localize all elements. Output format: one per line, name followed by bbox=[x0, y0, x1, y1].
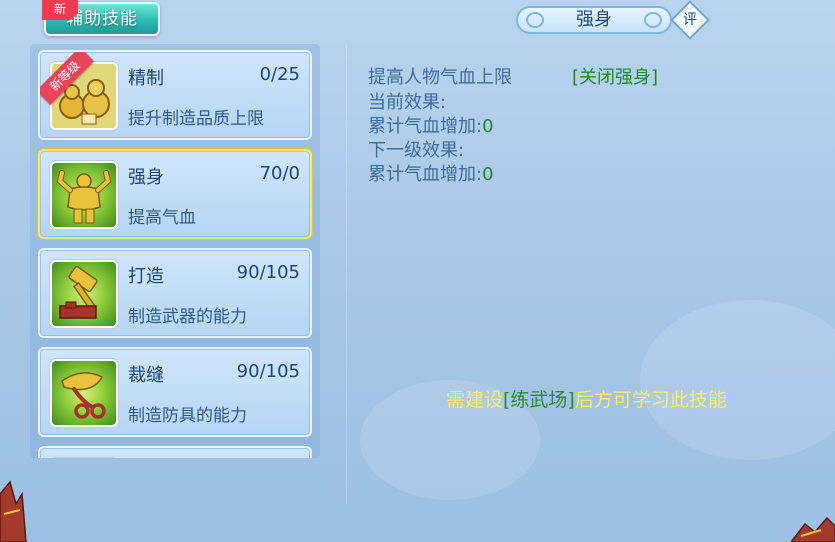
skill-level: 90/105 bbox=[236, 262, 300, 283]
skill-description: 提高气血 bbox=[128, 208, 196, 228]
notice-building: [练武场] bbox=[503, 389, 575, 411]
current-effect-label: 当前效果: bbox=[368, 92, 447, 113]
skill-item-strength[interactable]: 强身 70/0 提高气血 bbox=[38, 149, 312, 239]
skill-description: 提升制造品质上限 bbox=[128, 109, 264, 129]
next-effect-row: 累计气血增加:0 bbox=[368, 160, 494, 186]
skill-list[interactable]: 新等级 精制 0/25 提升制造品质上限 强身 70/0 提高气血 打造 90/… bbox=[30, 44, 320, 458]
new-level-ribbon: 新等级 bbox=[40, 52, 98, 110]
skill-window: 辅助技能 新 新等级 精制 0/25 提升制造品质上限 强身 70/0 提高气血… bbox=[0, 0, 835, 542]
skill-item-forge[interactable]: 打造 90/105 制造武器的能力 bbox=[38, 248, 312, 338]
evaluate-button[interactable]: 评 bbox=[670, 0, 710, 40]
current-value: 0 bbox=[482, 116, 494, 137]
new-badge: 新 bbox=[42, 0, 78, 20]
notice-prefix: 需建设 bbox=[446, 389, 504, 411]
skill-level: 70/0 bbox=[259, 163, 300, 184]
skill-name: 精制 bbox=[128, 68, 164, 89]
next-value: 0 bbox=[482, 164, 494, 185]
swirl-right-icon bbox=[644, 12, 662, 28]
corner-ornament-right bbox=[790, 516, 835, 542]
next-effect-label: 下一级效果: bbox=[368, 140, 465, 161]
swirl-left-icon bbox=[526, 12, 544, 28]
skill-name: 强身 bbox=[128, 167, 164, 188]
skill-description: 制造武器的能力 bbox=[128, 307, 247, 327]
notice-suffix: 后方可学习此技能 bbox=[574, 389, 727, 411]
current-value-label: 累计气血增加: bbox=[368, 116, 483, 137]
skill-name: 裁缝 bbox=[128, 365, 164, 386]
next-value-label: 累计气血增加: bbox=[368, 164, 483, 185]
skill-description: 制造防具的能力 bbox=[128, 406, 247, 426]
skill-item-tailor[interactable]: 裁缝 90/105 制造防具的能力 bbox=[38, 347, 312, 437]
skill-item-refine[interactable]: 新等级 精制 0/25 提升制造品质上限 bbox=[38, 50, 312, 140]
hammer-icon bbox=[50, 260, 118, 328]
requirement-notice: 需建设[练武场]后方可学习此技能 bbox=[446, 385, 727, 412]
corner-ornament-left bbox=[0, 474, 32, 542]
ribbon-label: 新等级 bbox=[40, 52, 94, 105]
lotus-decoration bbox=[640, 300, 835, 460]
skill-item-partial[interactable] bbox=[38, 446, 312, 458]
skill-level: 0/25 bbox=[259, 64, 300, 85]
skill-effect-description: 提高人物气血上限 bbox=[368, 67, 512, 88]
skill-level: 90/105 bbox=[236, 361, 300, 382]
skill-name: 打造 bbox=[128, 266, 164, 287]
close-strength-link[interactable]: [关闭强身] bbox=[572, 63, 658, 89]
skill-title: 强身 bbox=[576, 9, 612, 30]
evaluate-label: 评 bbox=[683, 12, 697, 28]
panel-divider bbox=[346, 44, 347, 504]
scissors-icon bbox=[50, 359, 118, 427]
muscle-man-icon bbox=[50, 161, 118, 229]
skill-title-banner: 强身 bbox=[516, 6, 672, 34]
current-effect-row: 累计气血增加:0 bbox=[368, 112, 494, 138]
